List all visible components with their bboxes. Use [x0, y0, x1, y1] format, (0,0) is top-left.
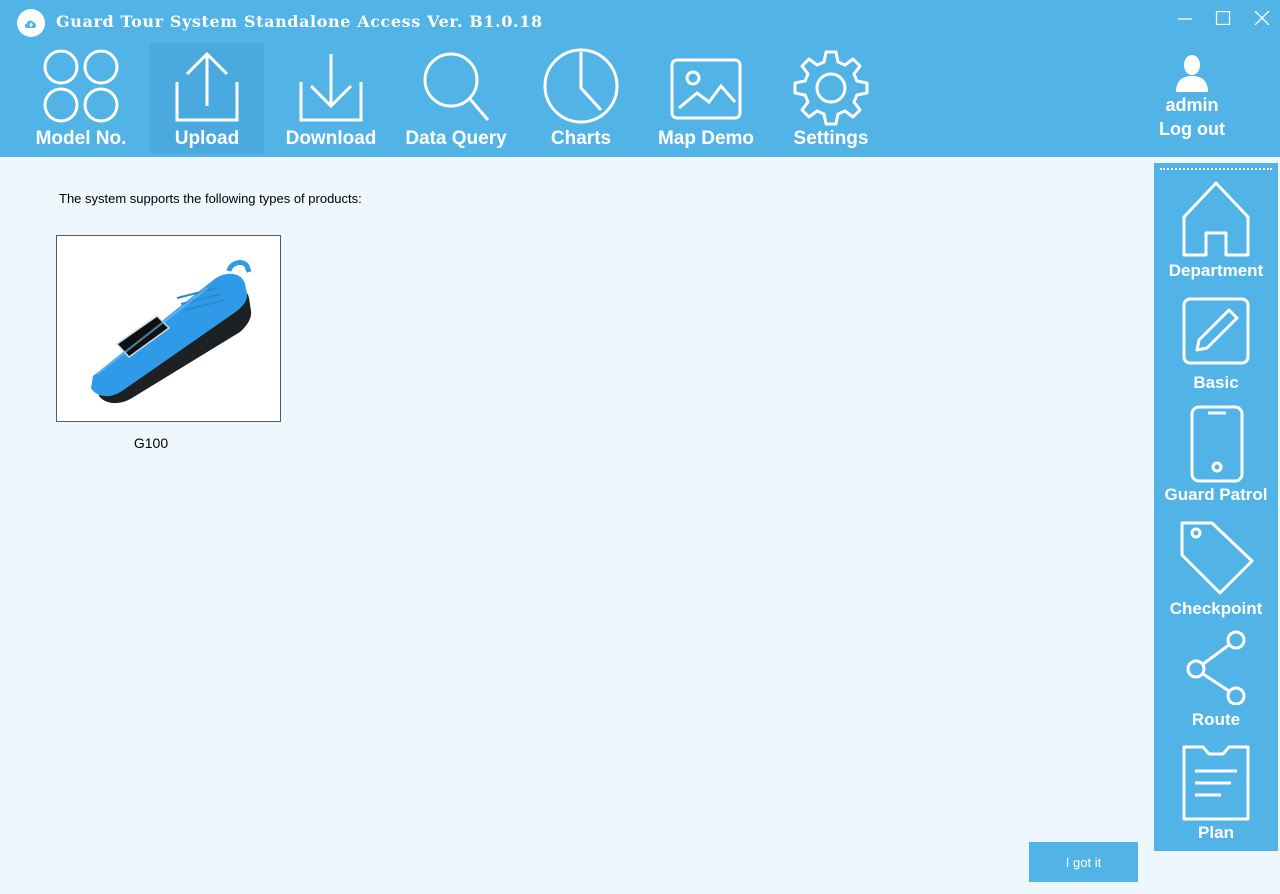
- maximize-icon[interactable]: [1208, 6, 1238, 30]
- sidebar-item-guard-patrol[interactable]: Guard Patrol: [1154, 405, 1278, 517]
- sidebar-item-label: Plan: [1198, 823, 1234, 842]
- sidebar-item-label: Route: [1191, 710, 1241, 729]
- cloud-logo-icon: [17, 9, 45, 37]
- close-icon[interactable]: [1247, 6, 1277, 30]
- clock-chart-icon: [543, 48, 619, 124]
- intro-text: The system supports the following types …: [59, 191, 362, 206]
- sidebar-item-label: Basic: [1193, 373, 1239, 392]
- toolbar-label: Settings: [793, 128, 869, 149]
- upload-icon: [175, 51, 239, 122]
- sidebar-item-department[interactable]: Department: [1154, 179, 1278, 291]
- image-icon: [670, 58, 742, 120]
- toolbar-label: Model No.: [35, 128, 127, 149]
- user-name: admin: [1165, 95, 1219, 115]
- top-bar: Guard Tour System Standalone Access Ver.…: [0, 0, 1280, 157]
- toolbar-charts[interactable]: Charts: [524, 43, 638, 154]
- toolbar-download[interactable]: Download: [274, 43, 388, 154]
- product-name: G100: [133, 435, 169, 451]
- share-icon: [1186, 630, 1246, 705]
- device-image: [91, 260, 252, 404]
- toolbar-label: Charts: [550, 128, 612, 149]
- sidebar-item-label: Guard Patrol: [1164, 485, 1268, 504]
- sidebar-divider: [1160, 168, 1272, 171]
- toolbar-settings[interactable]: Settings: [774, 43, 888, 154]
- title-bar: Guard Tour System Standalone Access Ver.…: [0, 0, 1280, 40]
- user-icon: [1176, 55, 1208, 92]
- sidebar: Department Basic Guard Patrol Checkpoint: [1154, 163, 1278, 851]
- minimize-icon[interactable]: [1170, 6, 1200, 30]
- sidebar-item-plan[interactable]: Plan: [1154, 743, 1278, 855]
- window-title: Guard Tour System Standalone Access Ver.…: [56, 12, 543, 31]
- toolbar-label: Map Demo: [657, 128, 755, 149]
- toolbar-data-query[interactable]: Data Query: [399, 43, 513, 154]
- toolbar-model-no[interactable]: Model No.: [24, 43, 138, 154]
- sidebar-item-basic[interactable]: Basic: [1154, 296, 1278, 408]
- sidebar-item-route[interactable]: Route: [1154, 629, 1278, 741]
- sidebar-item-checkpoint[interactable]: Checkpoint: [1154, 519, 1278, 631]
- user-panel: admin Log out: [1140, 52, 1244, 152]
- tag-icon: [1180, 521, 1254, 595]
- search-icon: [423, 52, 490, 121]
- grid-circles-icon: [43, 49, 119, 123]
- sidebar-item-label: Department: [1168, 261, 1264, 280]
- clipboard-icon: [1182, 745, 1250, 821]
- toolbar-label: Download: [285, 128, 377, 149]
- toolbar-label: Upload: [174, 128, 240, 149]
- toolbar-upload[interactable]: Upload: [150, 43, 264, 154]
- toolbar-map-demo[interactable]: Map Demo: [649, 43, 763, 154]
- got-it-button[interactable]: I got it: [1029, 842, 1138, 882]
- logout-link[interactable]: Log out: [1140, 119, 1244, 140]
- toolbar-label: Data Query: [405, 128, 507, 149]
- sidebar-item-label: Checkpoint: [1169, 599, 1263, 618]
- download-icon: [299, 54, 363, 122]
- phone-icon: [1190, 405, 1244, 483]
- edit-icon: [1182, 297, 1250, 365]
- gear-icon: [793, 50, 869, 126]
- house-icon: [1182, 181, 1250, 257]
- product-card[interactable]: [56, 235, 281, 422]
